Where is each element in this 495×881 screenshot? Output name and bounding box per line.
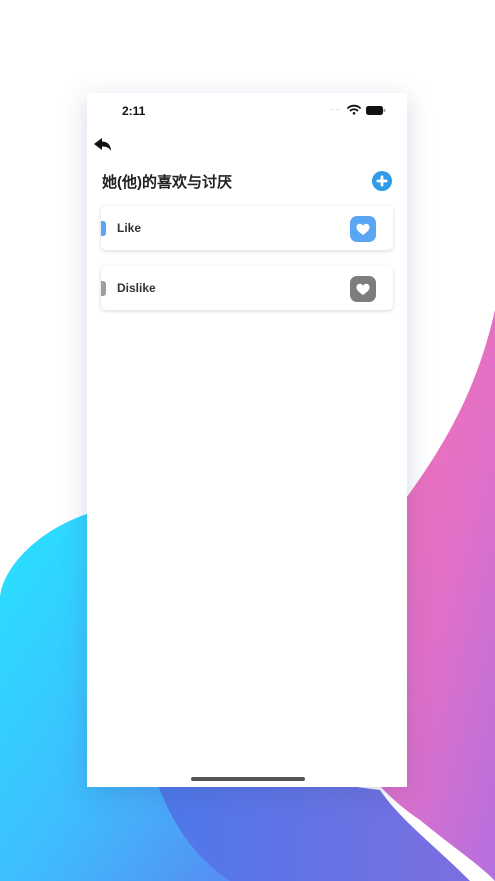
- dislike-accent-marker: [101, 281, 106, 296]
- add-button[interactable]: [371, 170, 393, 192]
- plus-circle-icon: [372, 171, 392, 191]
- status-bar: 2:11 ....: [87, 93, 407, 127]
- heart-icon: [356, 223, 370, 235]
- dislike-card[interactable]: Dislike: [101, 266, 393, 310]
- battery-icon: [366, 106, 386, 115]
- dislike-label: Dislike: [117, 281, 156, 295]
- back-arrow-icon: [94, 138, 111, 151]
- status-time: 2:11: [122, 104, 146, 118]
- wifi-icon: [347, 104, 361, 115]
- like-heart-button[interactable]: [350, 216, 376, 242]
- like-card[interactable]: Like: [101, 206, 393, 250]
- home-indicator[interactable]: [191, 777, 305, 781]
- like-accent-marker: [101, 221, 106, 236]
- like-label: Like: [117, 221, 142, 235]
- dislike-heart-button[interactable]: [350, 276, 376, 302]
- page-title: 她(他)的喜欢与讨厌: [102, 174, 232, 191]
- phone-screen: 2:11 .... 她(他)的喜欢与讨厌 Like Dislike: [87, 93, 407, 787]
- signal-dots: ....: [330, 103, 341, 112]
- back-button[interactable]: [92, 135, 116, 157]
- heart-icon: [356, 283, 370, 295]
